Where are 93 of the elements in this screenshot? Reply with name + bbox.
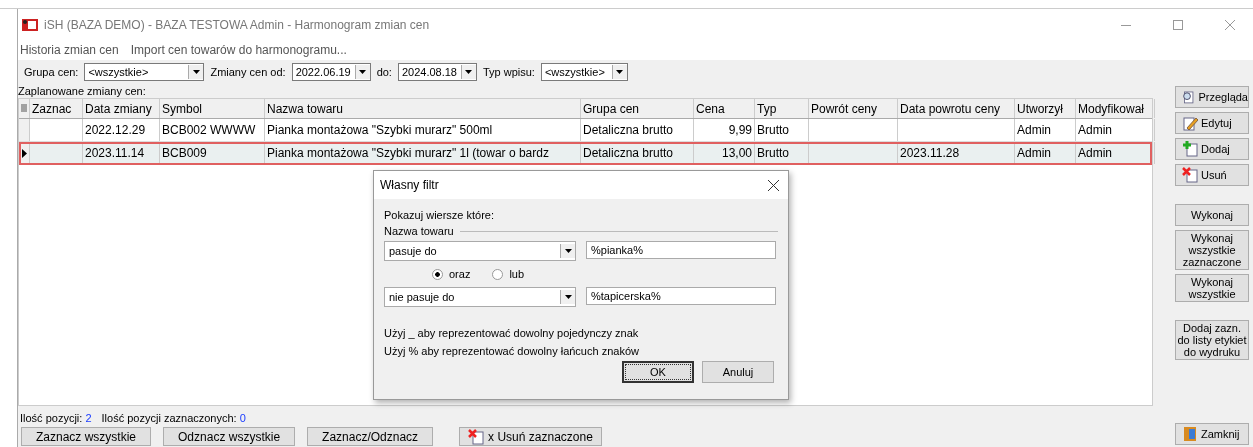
dropdown-arrow-icon: [564, 249, 572, 253]
magnifier-document-icon: [1182, 89, 1196, 105]
pencil-document-icon: [1182, 115, 1198, 131]
radio-button[interactable]: [432, 268, 443, 280]
dropdown[interactable]: <wszystkie>: [84, 63, 205, 81]
radio-button[interactable]: [492, 268, 504, 280]
table-row[interactable]: 2023.11.14 BCB009 Pianka montażowa "Szybki murarz" 1l (towar o bardz Detaliczna brutto 13,00 Brutto 2023.11.28 Admin Admin: [19, 142, 1152, 165]
date-picker[interactable]: 2024.08.18: [397, 63, 477, 81]
table-cell: Detaliczna brutto: [581, 119, 694, 141]
row-pointer-icon: [21, 148, 27, 158]
table-cell: 2022.12.29: [83, 119, 160, 141]
table-cell: Admin: [1015, 142, 1076, 164]
column-header[interactable]: Zaznac: [30, 99, 83, 118]
table-cell: 2023.11.28: [898, 142, 1015, 164]
close-icon: [767, 179, 779, 191]
ok-button[interactable]: OK: [622, 361, 694, 383]
cross-document-icon: [1182, 167, 1198, 183]
menu-item[interactable]: Import cen towarów do harmonogramu...: [130, 43, 347, 57]
cancel-button[interactable]: Anuluj: [702, 361, 774, 383]
table-cell: BCB009: [160, 142, 265, 164]
pattern-field[interactable]: %tapicerska%: [586, 287, 776, 305]
side-button[interactable]: Dodaj: [1175, 138, 1249, 160]
table-cell: Admin: [1015, 119, 1076, 141]
side-button[interactable]: Edytuj: [1175, 112, 1249, 134]
side-button[interactable]: Dodaj zazn. do listy etykiet do wydruku: [1175, 320, 1249, 360]
side-button[interactable]: Wykonaj wszystkie: [1175, 274, 1249, 302]
door-icon: [1182, 426, 1198, 442]
maximize-icon: [1173, 19, 1183, 30]
table-cell: Brutto: [755, 142, 809, 164]
dropdown-arrow-icon: [359, 70, 367, 74]
dropdown[interactable]: <wszystkie>: [540, 63, 628, 81]
side-button[interactable]: Wykonaj: [1175, 204, 1249, 226]
operator-dropdown[interactable]: nie pasuje do: [384, 287, 576, 307]
window-title: iSH (BAZA DEMO) - BAZA TESTOWA Admin - Harmonogram zmian cen: [44, 17, 431, 32]
side-button[interactable]: Wykonaj wszystkie zaznaczone: [1175, 230, 1249, 270]
dropdown-arrow-icon: [192, 70, 200, 74]
close-icon: [1225, 19, 1235, 30]
table-cell: BCB002 WWWW: [160, 119, 265, 141]
filter-label: Typ wpisu:: [482, 66, 535, 78]
filter-label: Zmiany cen od:: [210, 66, 286, 78]
menu-item[interactable]: Historia zmian cen: [20, 43, 119, 57]
status-count: 0: [239, 412, 246, 424]
column-header[interactable]: Grupa cen: [581, 99, 694, 118]
close-window-button[interactable]: Zamknij: [1175, 423, 1249, 445]
group-label: Nazwa towaru: [384, 225, 454, 237]
status-label: Ilość pozycji:: [20, 412, 83, 424]
dialog-text: Pokazuj wiersze które:: [384, 209, 496, 221]
column-header[interactable]: Utworzył: [1015, 99, 1076, 118]
table-cell: 2023.11.14: [83, 142, 160, 164]
status-count: 2: [85, 412, 92, 424]
column-header[interactable]: Data zmiany: [83, 99, 160, 118]
delete-selected-button[interactable]: x Usuń zaznaczone: [459, 427, 602, 446]
cross-document-icon: [468, 428, 485, 445]
dropdown-arrow-icon: [616, 70, 624, 74]
column-header[interactable]: Data powrotu ceny: [898, 99, 1015, 118]
row-header[interactable]: [19, 142, 30, 164]
column-header[interactable]: Powrót ceny: [809, 99, 898, 118]
table-cell: 9,99: [694, 119, 755, 141]
column-header[interactable]: Modyfikował: [1076, 99, 1155, 118]
table-cell: Detaliczna brutto: [581, 142, 694, 164]
dialog-title: Własny filtr: [380, 178, 439, 192]
plus-document-icon: [1182, 141, 1198, 157]
app-logo-icon: [22, 17, 38, 32]
filter-label: Grupa cen:: [24, 66, 79, 78]
filter-label: do:: [376, 66, 392, 78]
column-header[interactable]: Typ: [755, 99, 809, 118]
dropdown-arrow-icon: [564, 295, 572, 299]
bottom-button[interactable]: Zaznacz/Odznacz: [307, 427, 434, 446]
table-cell: Pianka montażowa "Szybki murarz" 500ml: [265, 119, 581, 141]
radio-label: oraz: [449, 268, 471, 280]
column-chooser[interactable]: [19, 99, 30, 118]
table-cell: Pianka montażowa "Szybki murarz" 1l (towar o bardz: [265, 142, 581, 164]
operator-dropdown[interactable]: pasuje do: [384, 241, 576, 261]
date-picker[interactable]: 2022.06.19: [291, 63, 371, 81]
bottom-button[interactable]: Odznacz wszystkie: [163, 427, 296, 446]
dropdown-arrow-icon: [465, 70, 473, 74]
hint-text: Użyj _ aby reprezentować dowolny pojedynczy znak: [384, 327, 640, 339]
radio-label: lub: [509, 268, 525, 280]
column-header[interactable]: Nazwa towaru: [265, 99, 581, 118]
bottom-button[interactable]: Zaznacz wszystkie: [21, 427, 152, 446]
hint-text: Użyj % aby reprezentować dowolny łańcuch znaków: [384, 345, 640, 357]
side-button[interactable]: Usuń: [1175, 164, 1249, 186]
pattern-field[interactable]: %pianka%: [586, 241, 776, 259]
column-header[interactable]: Symbol: [160, 99, 265, 118]
table-cell: Admin: [1076, 142, 1155, 164]
table-cell: 13,00: [694, 142, 755, 164]
section-label: Zaplanowane zmiany cen:: [18, 84, 147, 98]
table-cell: Brutto: [755, 119, 809, 141]
table-cell: Admin: [1076, 119, 1155, 141]
list-icon: [21, 104, 27, 113]
side-button[interactable]: Przegląda: [1175, 86, 1249, 108]
column-header[interactable]: Cena: [694, 99, 755, 118]
status-label: Ilość pozycji zaznaczonych:: [101, 412, 237, 424]
